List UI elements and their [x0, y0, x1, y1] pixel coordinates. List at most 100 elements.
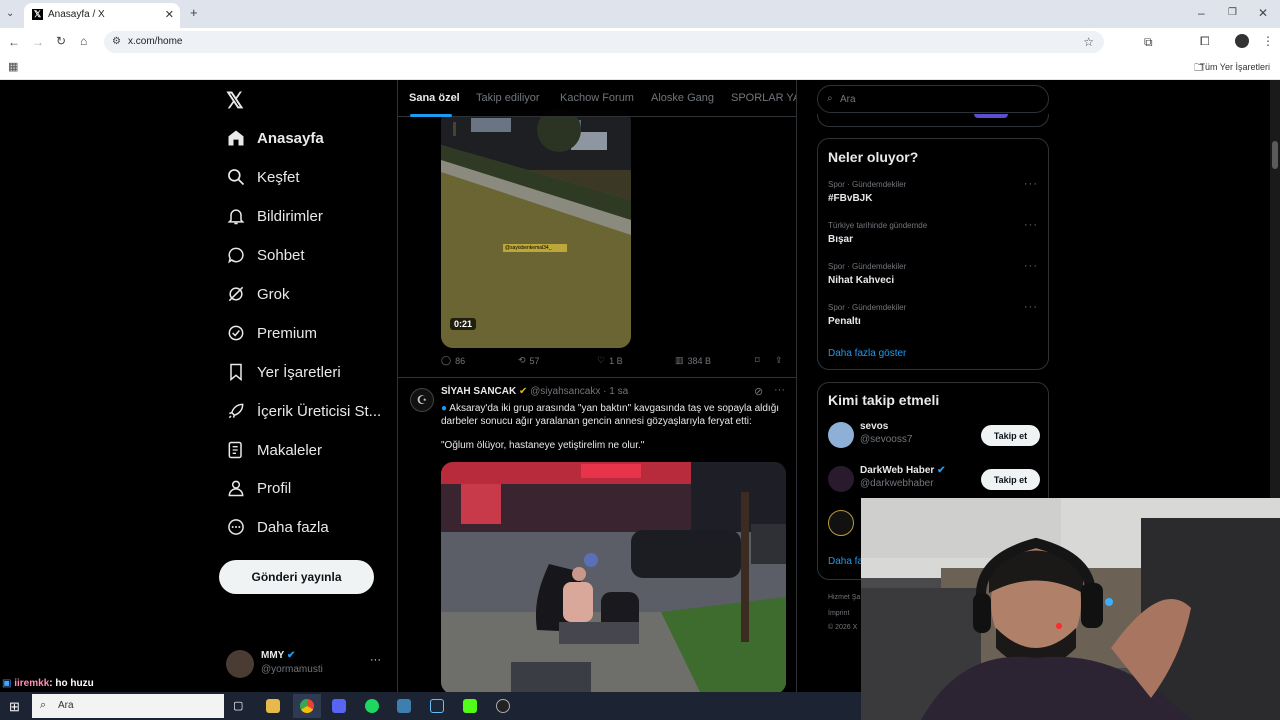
spotify-icon[interactable] — [365, 699, 379, 713]
browser-tab[interactable]: 𝕏 Anasayfa / X ✕ — [24, 3, 180, 28]
restore-icon[interactable]: ❐ — [1228, 7, 1237, 19]
nav-more[interactable]: Daha fazla — [226, 512, 329, 542]
forward-icon[interactable]: → — [32, 36, 44, 48]
bookmark-tweet-button[interactable]: ⌑ — [755, 355, 760, 366]
new-tab-icon[interactable]: + — [190, 6, 198, 19]
follow-button[interactable]: Takip et — [981, 469, 1040, 490]
back-icon[interactable]: ← — [8, 36, 20, 48]
tab-title: Anasayfa / X — [48, 9, 105, 20]
suggestion-handle: @darkwebhaber — [860, 478, 934, 489]
tab-kachow-forum[interactable]: Kachow Forum — [560, 92, 634, 104]
x-logo-icon[interactable]: 𝕏 — [226, 88, 244, 114]
grok-analyze-icon[interactable]: ⊘ — [754, 385, 763, 398]
reload-icon[interactable]: ↻ — [56, 35, 66, 47]
tweet-video[interactable]: @sayisbenkemal34_ 0:21 — [441, 110, 631, 348]
footer-imprint-link[interactable]: İmprint — [828, 610, 849, 617]
trend-more-icon[interactable]: ··· — [1024, 178, 1038, 190]
like-count: 1 B — [609, 355, 623, 366]
nav-notifications[interactable]: Bildirimler — [226, 201, 323, 231]
trend-more-icon[interactable]: ··· — [1024, 219, 1038, 231]
avatar[interactable]: ☪ — [410, 388, 434, 412]
nav-premium[interactable]: Premium — [226, 318, 317, 348]
share-button[interactable]: ⇪ — [775, 355, 783, 366]
show-more-follow-link[interactable]: Daha fa — [828, 556, 863, 567]
suggestion-name: sevos — [860, 421, 889, 432]
tweet-more-icon[interactable]: ··· — [774, 384, 785, 396]
tweet-image[interactable] — [441, 462, 786, 692]
close-window-icon[interactable]: ✕ — [1258, 7, 1268, 19]
post-button[interactable]: Gönderi yayınla — [219, 560, 374, 594]
like-button[interactable]: ♡ 1 B — [597, 355, 623, 366]
nav-articles[interactable]: Makaleler — [226, 435, 322, 465]
address-bar[interactable]: ⚙ x.com/home ☆ — [104, 31, 1104, 53]
search-input[interactable]: ⌕ Ara — [817, 85, 1049, 113]
nav-bookmarks[interactable]: Yer İşaretleri — [226, 357, 341, 387]
nav-home[interactable]: Anasayfa — [226, 123, 324, 153]
retweet-count: 57 — [529, 355, 540, 366]
all-bookmarks-link[interactable]: Tüm Yer İşaretleri — [1199, 62, 1270, 72]
tweet-time[interactable]: · 1 sa — [603, 386, 628, 397]
home-icon — [228, 130, 244, 146]
trend-more-icon[interactable]: ··· — [1024, 260, 1038, 272]
tweet-text-content: Aksaray'da iki grup arasında "yan baktın… — [441, 403, 780, 427]
search-icon — [228, 169, 245, 186]
tweet-handle[interactable]: @siyahsancakx — [530, 386, 600, 397]
apps-icon[interactable]: ▦ — [8, 61, 18, 73]
tweet-author[interactable]: SİYAH SANCAK — [441, 386, 516, 397]
bookmark-star-icon[interactable]: ☆ — [1083, 35, 1094, 49]
site-info-icon[interactable]: ⚙ — [112, 36, 121, 47]
subscribe-button-edge[interactable] — [974, 114, 1008, 118]
nav-profile[interactable]: Profil — [226, 473, 291, 503]
tab-sporlar[interactable]: SPORLAR YA — [731, 92, 796, 104]
browser-menu-icon[interactable]: ⋮ — [1262, 35, 1274, 47]
scrollbar-thumb[interactable] — [1272, 141, 1278, 169]
install-icon[interactable]: ⧉ — [1144, 36, 1153, 48]
reply-button[interactable]: ◯ 86 — [441, 355, 465, 366]
chat-badge-icon: ▣ — [2, 678, 12, 689]
tweet-actions: ◯ 86 ⟲ 57 ♡ 1 B ▥ 384 B ⌑ ⇪ — [441, 355, 791, 369]
bookmarks-bar: ▦ 🗀 Tüm Yer İşaretleri — [0, 56, 1280, 80]
chrome-icon[interactable] — [300, 699, 314, 713]
trend-more-icon[interactable]: ··· — [1024, 301, 1038, 313]
tab-for-you[interactable]: Sana özel — [409, 92, 460, 104]
steam-icon[interactable] — [430, 699, 444, 713]
retweet-button[interactable]: ⟲ 57 — [518, 355, 540, 366]
follow-suggestion[interactable]: DarkWeb Haber ✔ @darkwebhaber Takip et — [828, 465, 1040, 495]
nav-label: Yer İşaretleri — [257, 363, 341, 381]
trend-name: #FBvBJK — [828, 193, 873, 204]
views-button[interactable]: ▥ 384 B — [675, 355, 711, 366]
windows-start-icon[interactable]: ⊞ — [9, 699, 20, 715]
file-explorer-icon[interactable] — [266, 699, 280, 713]
account-menu-icon[interactable]: ··· — [370, 654, 381, 666]
timeline-tabs: Sana özel Takip ediliyor Kachow Forum Al… — [398, 80, 796, 117]
bell-icon — [227, 209, 245, 225]
follow-button[interactable]: Takip et — [981, 425, 1040, 446]
home-button-icon[interactable]: ⌂ — [80, 35, 87, 47]
nav-creator-studio[interactable]: İçerik Üreticisi St... — [226, 396, 381, 426]
trends-title: Neler oluyor? — [828, 149, 919, 165]
share-icon: ⇪ — [775, 355, 783, 365]
nav-explore[interactable]: Keşfet — [226, 162, 300, 192]
trend-category: Spor · Gündemdekiler — [828, 262, 907, 271]
nav-chat[interactable]: Sohbet — [226, 240, 305, 270]
extensions-icon[interactable]: ⧠ — [1200, 35, 1210, 47]
profile-avatar[interactable] — [1235, 34, 1249, 48]
tab-search-icon[interactable]: ⌄ — [6, 8, 14, 20]
tweet[interactable]: ☪ SİYAH SANCAK ✔ @siyahsancakx · 1 sa ⊘ … — [398, 378, 796, 692]
obs-icon[interactable] — [496, 699, 510, 713]
minimize-icon[interactable]: – — [1198, 7, 1205, 19]
discord-icon[interactable] — [332, 699, 346, 713]
task-view-icon[interactable]: ▢ — [233, 699, 247, 713]
tab-following[interactable]: Takip ediliyor — [476, 92, 540, 104]
webcam-overlay — [861, 498, 1280, 720]
nav-grok[interactable]: Grok — [226, 279, 290, 309]
footer-terms-link[interactable]: Hizmet Şa — [828, 594, 860, 601]
avatar — [828, 510, 854, 536]
close-tab-icon[interactable]: ✕ — [165, 8, 174, 21]
app-icon[interactable] — [397, 699, 411, 713]
kick-icon[interactable] — [463, 699, 477, 713]
follow-suggestion[interactable]: sevos @sevooss7 Takip et — [828, 421, 1040, 451]
taskbar-search[interactable]: ⌕ Ara — [32, 694, 224, 718]
show-more-trends-link[interactable]: Daha fazla göster — [828, 348, 906, 359]
tab-aloske-gang[interactable]: Aloske Gang — [651, 92, 714, 104]
